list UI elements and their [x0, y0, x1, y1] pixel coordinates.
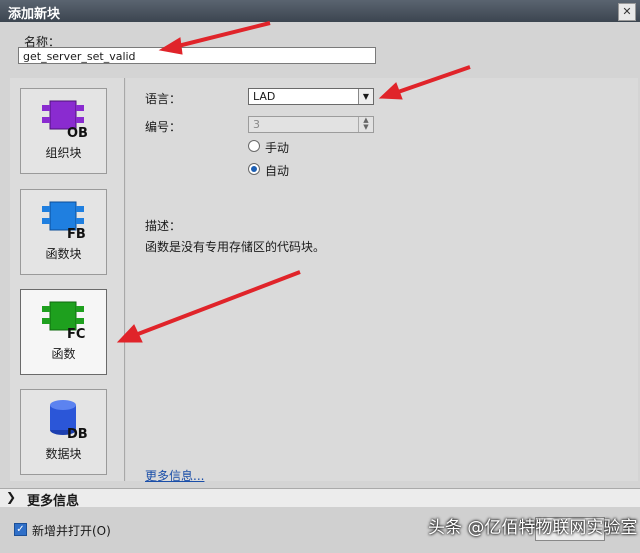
svg-text:FB: FB [67, 227, 86, 240]
close-icon[interactable]: ✕ [618, 3, 636, 21]
name-input[interactable]: get_server_set_valid [18, 47, 376, 64]
manual-label: 手动 [265, 141, 290, 155]
block-type-fc[interactable]: FC 函数 [20, 289, 107, 375]
block-type-label: 函数块 [45, 247, 82, 261]
svg-text:OB: OB [67, 126, 88, 139]
description-label: 描述： [145, 219, 182, 233]
block-type-panel: OB 组织块 FB 函数块 FC 函数 DB 数据块 [10, 78, 125, 481]
settings-panel [126, 78, 638, 481]
language-select[interactable]: LAD ▼ [248, 88, 374, 105]
manual-radio[interactable] [248, 140, 260, 152]
annotation-arrow [177, 21, 271, 48]
title-bar: 添加新块 ✕ [0, 0, 640, 22]
block-type-label: 数据块 [45, 447, 82, 461]
auto-radio[interactable] [248, 163, 260, 175]
add-open-label: 新增并打开(O) [32, 524, 111, 538]
description-text: 函数是没有专用存储区的代码块。 [145, 240, 326, 254]
chevron-right-icon[interactable]: ❯ [6, 490, 16, 504]
language-label: 语言： [145, 92, 182, 106]
svg-text:FC: FC [67, 327, 85, 340]
language-value: LAD [253, 90, 276, 103]
block-type-fb[interactable]: FB 函数块 [20, 189, 107, 275]
chevron-down-icon[interactable]: ▼ [358, 89, 373, 104]
db-cylinder-icon: DB [50, 400, 88, 440]
block-type-ob[interactable]: OB 组织块 [20, 88, 107, 174]
fc-block-icon: FC [42, 301, 85, 340]
block-type-db[interactable]: DB 数据块 [20, 389, 107, 475]
block-type-label: 组织块 [45, 146, 82, 160]
more-info-bar[interactable]: ❯ 更多信息 [0, 488, 640, 509]
svg-text:DB: DB [67, 427, 88, 440]
fb-block-icon: FB [42, 201, 86, 240]
number-label: 编号： [145, 120, 182, 134]
number-value: 3 [253, 118, 260, 131]
ob-block-icon: OB [42, 100, 88, 139]
window-title: 添加新块 [8, 7, 61, 22]
watermark: 头条 @亿佰特物联网实验室 [428, 518, 638, 538]
auto-label: 自动 [265, 164, 290, 178]
number-stepper: 3 ▲ ▼ [248, 116, 374, 133]
more-info-link[interactable]: 更多信息... [145, 467, 204, 484]
spinner-icon: ▲ ▼ [358, 117, 373, 132]
block-type-label: 函数 [51, 347, 76, 361]
add-open-checkbox[interactable]: ✓ [14, 523, 27, 536]
